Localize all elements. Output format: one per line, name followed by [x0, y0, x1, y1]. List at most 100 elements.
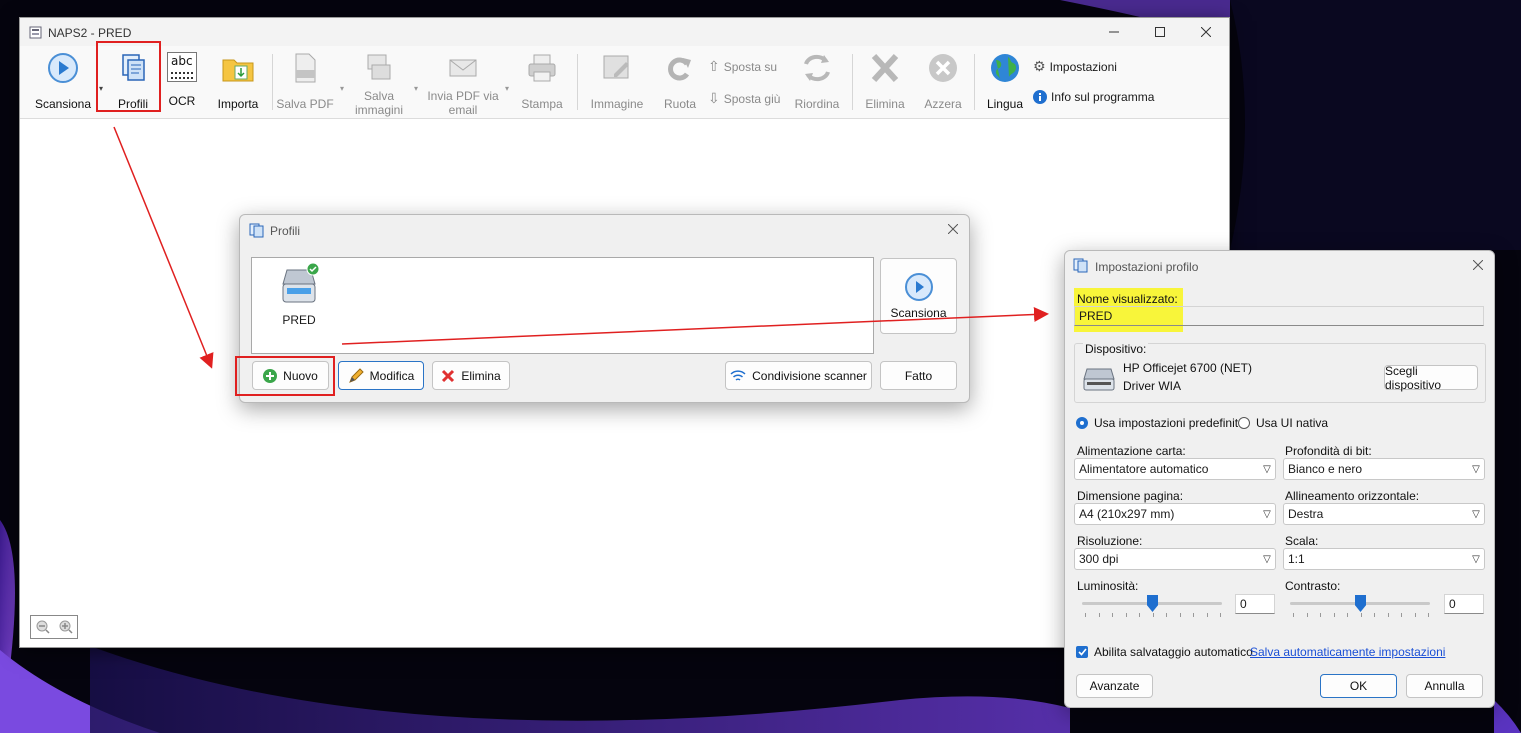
email-pdf-button[interactable]: Invia PDF via email — [424, 52, 502, 117]
chevron-down-icon: ▽ — [1472, 508, 1480, 520]
settings-label: Impostazioni — [1049, 59, 1117, 74]
move-up-button[interactable]: ⇧ Sposta su — [708, 58, 777, 75]
h-align-select[interactable]: Destra ▽ — [1283, 503, 1485, 525]
display-name-label: Nome visualizzato: — [1077, 292, 1178, 306]
import-button[interactable]: Importa — [214, 52, 262, 111]
scale-select[interactable]: 1:1 ▽ — [1283, 548, 1485, 570]
move-down-button[interactable]: ⇩ Sposta giù — [708, 90, 780, 107]
done-button[interactable]: Fatto — [880, 361, 957, 390]
edit-profile-button[interactable]: Modifica — [338, 361, 424, 390]
paper-source-select[interactable]: Alimentatore automatico ▽ — [1074, 458, 1276, 480]
clear-icon — [929, 54, 957, 82]
toolbar-separator — [974, 54, 975, 110]
paper-source-label: Alimentazione carta: — [1077, 444, 1186, 458]
chevron-down-icon: ▽ — [1263, 553, 1271, 565]
scanner-default-icon — [282, 262, 320, 303]
profiles-list[interactable]: PRED — [251, 257, 874, 354]
settings-button[interactable]: ⚙ Impostazioni — [1033, 58, 1117, 75]
autosave-settings-link[interactable]: Salva automaticamente impostazioni — [1250, 645, 1445, 659]
profile-item[interactable]: PRED — [274, 262, 324, 327]
print-button[interactable]: Stampa — [517, 52, 567, 111]
profiles-dialog-close-button[interactable] — [943, 220, 963, 240]
resolution-value: 300 dpi — [1079, 552, 1119, 566]
zoom-out-button[interactable] — [31, 616, 54, 638]
scanner-sharing-button[interactable]: Condivisione scanner — [725, 361, 872, 390]
profiles-dialog-title: Profili — [270, 224, 301, 238]
toolbar-separator — [852, 54, 853, 110]
bit-depth-select[interactable]: Bianco e nero ▽ — [1283, 458, 1485, 480]
cancel-button[interactable]: Annulla — [1406, 674, 1483, 698]
radio-native-ui[interactable] — [1238, 417, 1250, 429]
ocr-button[interactable]: abc OCR — [164, 52, 200, 108]
brightness-value-field[interactable]: 0 — [1235, 594, 1275, 614]
contrast-slider-thumb[interactable] — [1355, 595, 1366, 612]
zoom-out-icon — [36, 620, 50, 634]
import-label: Importa — [217, 97, 259, 111]
clear-button[interactable]: Azzera — [918, 52, 968, 111]
save-pdf-dropdown-chevron-icon[interactable]: ▾ — [340, 84, 344, 93]
email-icon — [449, 59, 477, 77]
brightness-label: Luminosità: — [1077, 579, 1139, 593]
image-label: Immagine — [590, 97, 644, 111]
minimize-icon — [1109, 31, 1119, 33]
autosave-checkbox[interactable] — [1076, 646, 1088, 658]
delete-button[interactable]: Elimina — [860, 52, 910, 111]
image-button[interactable]: Immagine — [586, 52, 648, 111]
app-icon — [29, 26, 42, 39]
autosave-label: Abilita salvataggio automatico — [1094, 645, 1253, 659]
page-size-select[interactable]: A4 (210x297 mm) ▽ — [1074, 503, 1276, 525]
chevron-down-icon: ▽ — [1263, 508, 1271, 520]
radio-predefined-settings[interactable] — [1076, 417, 1088, 429]
new-button-annotation-box — [235, 356, 335, 396]
zoom-in-button[interactable] — [54, 616, 77, 638]
advanced-button[interactable]: Avanzate — [1076, 674, 1153, 698]
resolution-select[interactable]: 300 dpi ▽ — [1074, 548, 1276, 570]
scan-button[interactable]: Scansiona — [34, 52, 92, 111]
email-dropdown-chevron-icon[interactable]: ▾ — [505, 84, 509, 93]
save-pdf-label: Salva PDF — [276, 97, 334, 111]
minimize-button[interactable] — [1091, 18, 1137, 46]
choose-device-label: Scegli dispositivo — [1385, 363, 1442, 392]
move-up-label: Sposta su — [723, 59, 778, 74]
brightness-slider-thumb[interactable] — [1147, 595, 1158, 612]
info-icon — [1033, 90, 1047, 104]
profiles-scan-button[interactable]: Scansiona — [880, 258, 957, 334]
rotate-button[interactable]: Ruota — [658, 52, 702, 111]
language-button[interactable]: Lingua — [982, 52, 1028, 111]
ok-label: OK — [1349, 679, 1368, 693]
choose-device-button[interactable]: Scegli dispositivo — [1384, 363, 1478, 392]
delete-profile-button[interactable]: Elimina — [432, 361, 510, 390]
reorder-button[interactable]: Riordina — [789, 52, 845, 111]
cancel-label: Annulla — [1424, 679, 1465, 693]
display-name-value: PRED — [1079, 309, 1113, 323]
profiles-scan-label: Scansiona — [890, 306, 947, 320]
device-driver: Driver WIA — [1123, 379, 1181, 393]
contrast-value-field[interactable]: 0 — [1444, 594, 1484, 614]
import-folder-icon — [222, 59, 254, 82]
delete-x-icon — [871, 53, 899, 83]
email-pdf-label-line1: Invia PDF via — [427, 89, 499, 103]
maximize-button[interactable] — [1137, 18, 1183, 46]
save-images-dropdown-chevron-icon[interactable]: ▾ — [414, 84, 418, 93]
save-pdf-button[interactable]: Salva PDF — [276, 52, 334, 111]
radio-native-label: Usa UI nativa — [1256, 416, 1329, 430]
profile-settings-icon — [1073, 258, 1088, 273]
contrast-label: Contrasto: — [1285, 579, 1341, 593]
scan-play-icon — [904, 273, 933, 301]
close-button[interactable] — [1183, 18, 1229, 46]
contrast-value: 0 — [1449, 597, 1456, 611]
zoom-in-icon — [59, 620, 73, 634]
display-name-field[interactable]: PRED — [1074, 306, 1484, 326]
save-images-button[interactable]: Salva immagini — [350, 52, 408, 117]
profile-name: PRED — [282, 313, 316, 327]
reorder-icon — [804, 54, 830, 82]
language-label: Lingua — [986, 97, 1024, 111]
chevron-down-icon: ▽ — [1263, 463, 1271, 475]
save-images-label-line2: immagini — [354, 103, 403, 117]
profile-settings-title: Impostazioni profilo — [1095, 260, 1199, 274]
ocr-label: OCR — [168, 94, 196, 108]
clear-label: Azzera — [924, 97, 962, 111]
profile-settings-close-button[interactable] — [1468, 256, 1488, 276]
about-button[interactable]: Info sul programma — [1033, 90, 1154, 104]
ok-button[interactable]: OK — [1320, 674, 1397, 698]
